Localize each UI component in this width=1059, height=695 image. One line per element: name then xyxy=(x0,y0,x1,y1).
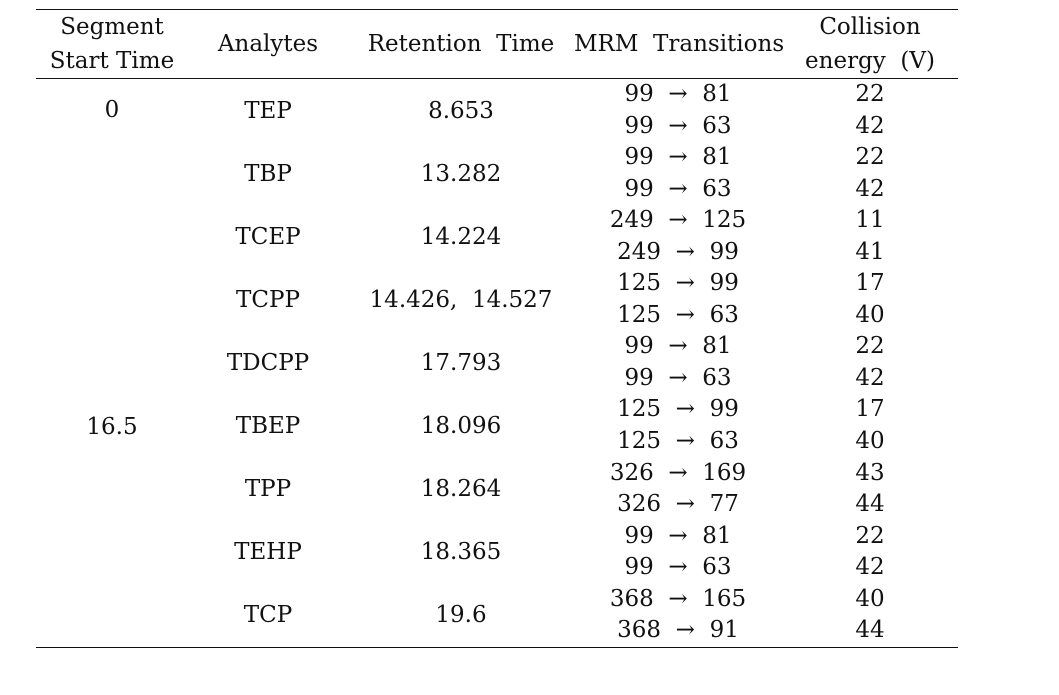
mrm-transitions-cell: 99 → 81 99 → 63 xyxy=(574,331,782,394)
mrm-transitions-cell: 99 → 81 99 → 63 xyxy=(574,521,782,584)
analyte-cell: TCPP xyxy=(236,286,300,313)
collision-energy-value: 22 xyxy=(855,80,885,107)
mrm-transitions-cell: 326 → 169 326 → 77 xyxy=(574,458,782,521)
header-segment-line1: Segment xyxy=(60,14,164,40)
header-collision-energy: Collision energy (V) xyxy=(782,10,958,78)
header-analytes: Analytes xyxy=(217,31,319,57)
retention-time-cell: 8.653 xyxy=(428,97,494,124)
bottom-rule xyxy=(36,647,958,648)
collision-energy-value: 22 xyxy=(855,333,885,360)
collision-energy-cell: 11 41 xyxy=(782,205,958,268)
collision-energy-value: 42 xyxy=(855,554,885,581)
collision-energy-value: 22 xyxy=(855,144,885,170)
analyte-cell: TCP xyxy=(243,602,293,629)
collision-energy-value: 17 xyxy=(855,270,885,297)
transition-value: 99 → 63 xyxy=(624,554,732,581)
transition-value: 125 → 63 xyxy=(617,428,739,454)
analyte-cell: TEHP xyxy=(234,539,302,566)
transition-value: 99 → 63 xyxy=(624,364,732,391)
table-body: 0 16.5 TEP 8.653 99 → 81 99 → 63 22 42 TBP 13.2… xyxy=(36,79,958,647)
collision-energy-cell: 40 44 xyxy=(782,584,958,647)
transition-value: 125 → 63 xyxy=(617,301,739,328)
table-row: TEP 8.653 99 → 81 99 → 63 22 42 xyxy=(188,79,958,142)
collision-energy-cell: 17 40 xyxy=(782,395,958,458)
mrm-parameters-table: Segment Start Time Analytes Retention Ti… xyxy=(36,9,958,648)
collision-energy-value: 22 xyxy=(855,522,885,549)
table-row: TEHP 18.365 99 → 81 99 → 63 22 42 xyxy=(188,521,958,584)
transition-value: 99 → 81 xyxy=(624,522,732,549)
transition-value: 368 → 91 xyxy=(617,617,739,644)
transition-value: 249 → 125 xyxy=(609,207,747,234)
mrm-transitions-cell: 125 → 99 125 → 63 xyxy=(574,395,782,458)
collision-energy-cell: 17 40 xyxy=(782,268,958,331)
retention-time-cell: 17.793 xyxy=(420,349,502,376)
transition-value: 368 → 165 xyxy=(609,585,747,612)
analyte-cell: TPP xyxy=(244,476,292,503)
collision-energy-value: 44 xyxy=(855,491,885,518)
transition-value: 326 → 169 xyxy=(609,459,747,486)
collision-energy-cell: 43 44 xyxy=(782,458,958,521)
table-row: TDCPP 17.793 99 → 81 99 → 63 22 42 xyxy=(188,331,958,394)
header-collision-line1: Collision xyxy=(819,14,921,40)
table-row: TCEP 14.224 249 → 125 249 → 99 11 41 xyxy=(188,205,958,268)
mrm-transitions-cell: 99 → 81 99 → 63 xyxy=(574,142,782,205)
transition-value: 99 → 63 xyxy=(624,175,732,202)
table-row: TCP 19.6 368 → 165 368 → 91 40 44 xyxy=(188,584,958,647)
transition-value: 99 → 63 xyxy=(624,112,732,139)
header-retention-time: Retention Time xyxy=(367,31,555,57)
collision-energy-value: 11 xyxy=(855,207,885,234)
retention-time-cell: 14.426, 14.527 xyxy=(369,286,553,313)
analyte-cell: TBEP xyxy=(235,413,301,439)
analyte-cell: TDCPP xyxy=(226,349,310,376)
table-row: TBP 13.282 99 → 81 99 → 63 22 42 xyxy=(188,142,958,205)
retention-time-cell: 19.6 xyxy=(435,602,487,629)
collision-energy-value: 17 xyxy=(855,396,885,423)
analyte-cell: TBP xyxy=(244,160,292,187)
transition-value: 125 → 99 xyxy=(617,396,739,423)
collision-energy-cell: 22 42 xyxy=(782,521,958,584)
analyte-cell: TCEP xyxy=(235,223,301,250)
collision-energy-cell: 22 42 xyxy=(782,79,958,142)
retention-time-cell: 13.282 xyxy=(420,160,502,187)
transition-value: 249 → 99 xyxy=(617,238,739,265)
table-row: TBEP 18.096 125 → 99 125 → 63 17 40 xyxy=(188,395,958,458)
collision-energy-value: 40 xyxy=(855,301,885,328)
collision-energy-value: 42 xyxy=(855,175,885,202)
transition-value: 326 → 77 xyxy=(617,491,739,518)
mrm-transitions-cell: 99 → 81 99 → 63 xyxy=(574,79,782,142)
retention-time-cell: 18.264 xyxy=(420,476,502,503)
header-collision-line2: energy (V) xyxy=(805,48,935,74)
transition-value: 99 → 81 xyxy=(624,144,732,170)
segment-start-time-cell: 16.5 xyxy=(86,414,138,440)
table-row: TCPP 14.426, 14.527 125 → 99 125 → 63 17 40 xyxy=(188,268,958,331)
collision-energy-value: 44 xyxy=(855,617,885,644)
collision-energy-value: 42 xyxy=(855,364,885,391)
header-segment-line2: Start Time xyxy=(49,48,175,74)
retention-time-cell: 18.096 xyxy=(420,413,502,439)
analyte-cell: TEP xyxy=(244,97,292,124)
transition-value: 99 → 81 xyxy=(624,333,732,360)
collision-energy-value: 40 xyxy=(855,585,885,612)
collision-energy-cell: 22 42 xyxy=(782,331,958,394)
mrm-transitions-cell: 125 → 99 125 → 63 xyxy=(574,268,782,331)
collision-energy-cell: 22 42 xyxy=(782,142,958,205)
table-row: TPP 18.264 326 → 169 326 → 77 43 44 xyxy=(188,458,958,521)
table-header: Segment Start Time Analytes Retention Ti… xyxy=(36,10,958,78)
transition-value: 99 → 81 xyxy=(624,80,732,107)
transition-value: 125 → 99 xyxy=(617,270,739,297)
segment-start-time-cell: 0 xyxy=(104,97,120,123)
collision-energy-value: 41 xyxy=(855,238,885,265)
retention-time-cell: 14.224 xyxy=(420,223,502,250)
mrm-transitions-cell: 249 → 125 249 → 99 xyxy=(574,205,782,268)
retention-time-cell: 18.365 xyxy=(420,539,502,566)
collision-energy-value: 40 xyxy=(855,428,885,454)
mrm-transitions-cell: 368 → 165 368 → 91 xyxy=(574,584,782,647)
header-segment-start-time: Segment Start Time xyxy=(36,10,188,78)
header-mrm-transitions: MRM Transitions xyxy=(574,31,785,57)
collision-energy-value: 43 xyxy=(855,459,885,486)
collision-energy-value: 42 xyxy=(855,112,885,139)
